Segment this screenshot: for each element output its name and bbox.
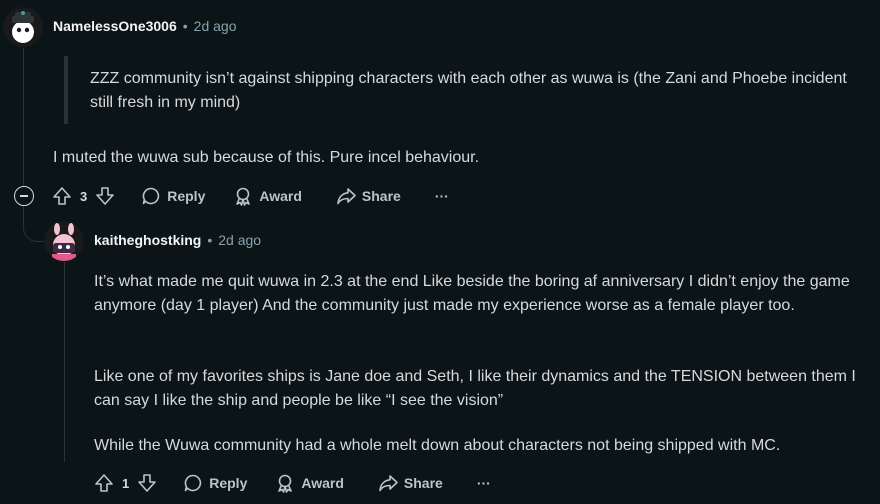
meta-separator: • <box>207 232 213 248</box>
award-button[interactable]: Award <box>275 467 344 499</box>
vote-count: 1 <box>122 475 130 491</box>
award-button[interactable]: Award <box>233 180 302 212</box>
share-icon <box>336 186 356 206</box>
upvote-icon[interactable] <box>52 186 72 206</box>
share-button[interactable]: Share <box>336 180 401 212</box>
downvote-icon[interactable] <box>95 186 115 206</box>
award-label: Award <box>301 475 344 491</box>
reply-icon <box>183 473 203 493</box>
comment-body-paragraph: It’s what made me quit wuwa in 2.3 at th… <box>94 273 850 314</box>
avatar[interactable] <box>44 221 84 261</box>
comment-timestamp[interactable]: 2d ago <box>194 18 237 34</box>
more-options-button[interactable]: ··· <box>477 467 491 499</box>
more-options-button[interactable]: ··· <box>435 180 449 212</box>
reply-button[interactable]: Reply <box>183 467 247 499</box>
comment-author[interactable]: kaitheghostking <box>94 232 201 248</box>
avatar-snoo-icon <box>3 7 43 47</box>
thread-line[interactable] <box>23 48 24 196</box>
vote-count: 3 <box>80 188 88 204</box>
comment-timestamp[interactable]: 2d ago <box>218 232 261 248</box>
comment-body-paragraph: Like one of my favorites ships is Jane d… <box>94 368 856 409</box>
upvote-icon[interactable] <box>94 473 114 493</box>
reply-label: Reply <box>209 475 248 491</box>
share-icon <box>378 473 398 493</box>
meta-separator: • <box>182 18 188 34</box>
reply-label: Reply <box>167 188 206 204</box>
award-label: Award <box>259 188 302 204</box>
comment-body: I muted the wuwa sub because of this. Pu… <box>53 149 480 166</box>
more-options-icon: ··· <box>476 475 491 491</box>
blockquote-text: ZZZ community isn’t against shipping cha… <box>90 70 847 111</box>
share-button[interactable]: Share <box>378 467 443 499</box>
award-icon <box>233 186 253 206</box>
share-label: Share <box>361 188 401 204</box>
comment-author[interactable]: NamelessOne3006 <box>53 18 177 34</box>
avatar-snoo-icon <box>44 221 84 261</box>
downvote-icon[interactable] <box>137 473 157 493</box>
reply-button[interactable]: Reply <box>141 180 205 212</box>
comment-body-paragraph: While the Wuwa community had a whole mel… <box>94 437 781 454</box>
reply-icon <box>141 186 161 206</box>
avatar[interactable] <box>3 7 43 47</box>
award-icon <box>275 473 295 493</box>
collapse-thread-button[interactable] <box>14 186 34 206</box>
reply-thread-line[interactable] <box>64 262 65 462</box>
more-options-icon: ··· <box>434 188 449 204</box>
share-label: Share <box>403 475 443 491</box>
blockquote-bar <box>64 56 68 124</box>
